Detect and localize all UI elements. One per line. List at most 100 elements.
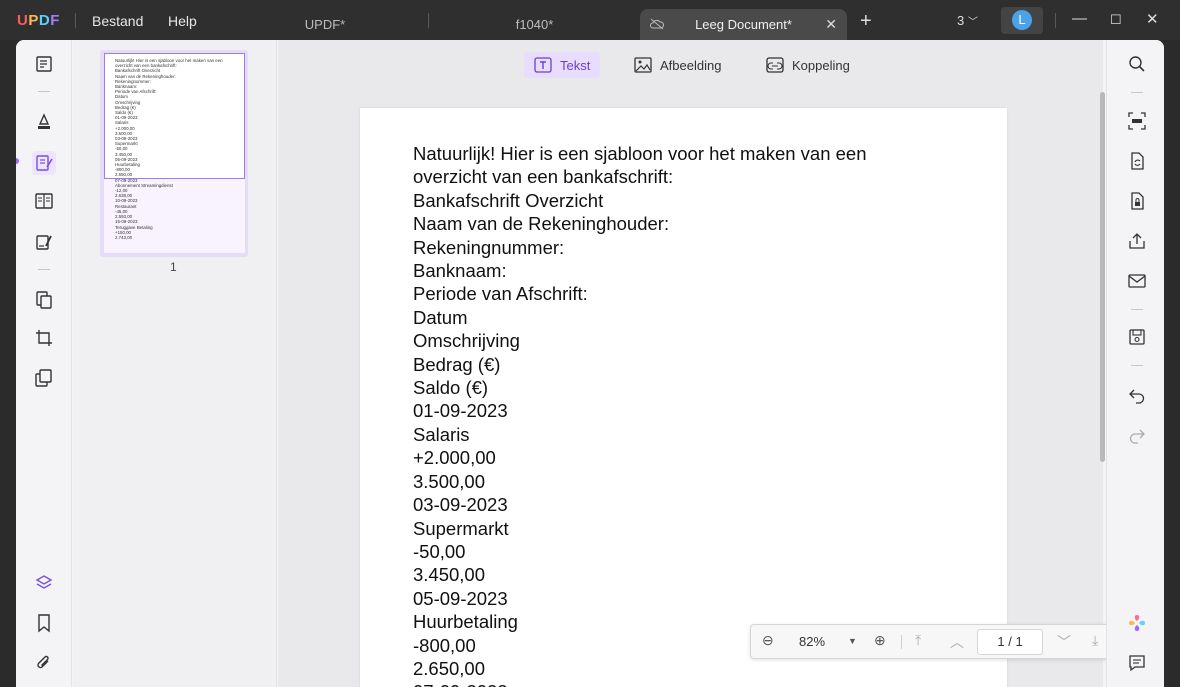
document-line[interactable]: -50,00 xyxy=(413,540,867,563)
title-separator xyxy=(75,13,76,28)
app-window: Natuurlijk! Hier is een sjabloon voor he… xyxy=(16,40,1164,687)
ai-assistant-icon[interactable] xyxy=(1127,613,1147,633)
pdf-page[interactable]: Natuurlijk! Hier is een sjabloon voor he… xyxy=(360,108,1007,687)
first-page-icon[interactable]: ⤒ xyxy=(915,632,921,649)
document-line[interactable]: 3.450,00 xyxy=(413,563,867,586)
current-page: 1 xyxy=(997,634,1005,649)
image-icon xyxy=(634,57,652,73)
text-tool-label: Tekst xyxy=(560,57,591,73)
new-tab-button[interactable]: + xyxy=(860,10,872,33)
toolbar-separator xyxy=(1131,309,1143,310)
active-indicator xyxy=(16,158,19,164)
share-icon[interactable] xyxy=(1127,231,1147,251)
fill-sign-icon[interactable] xyxy=(32,230,56,254)
convert-icon[interactable] xyxy=(32,288,56,312)
edit-pdf-icon[interactable] xyxy=(32,151,56,175)
next-page-icon[interactable]: ﹀ xyxy=(1057,632,1071,652)
highlighter-icon[interactable] xyxy=(32,110,56,134)
document-line[interactable]: Salaris xyxy=(413,423,867,446)
thumbnail-panel: Natuurlijk! Hier is een sjabloon voor he… xyxy=(73,40,277,687)
save-icon[interactable] xyxy=(1127,327,1147,347)
document-line[interactable]: Bankafschrift Overzicht xyxy=(413,189,867,212)
document-line[interactable]: 01-09-2023 xyxy=(413,399,867,422)
menu-help[interactable]: Help xyxy=(168,13,197,29)
document-area: Tekst Afbeelding Koppeling Natuurlijk! H… xyxy=(278,40,1159,687)
search-icon[interactable] xyxy=(1127,54,1147,74)
image-tool-button[interactable]: Afbeelding xyxy=(624,52,731,78)
link-tool-button[interactable]: Koppeling xyxy=(756,52,860,78)
tab-label: Leeg Document* xyxy=(695,17,792,32)
document-line[interactable]: +2.000,00 xyxy=(413,446,867,469)
document-line[interactable]: Periode van Afschrift: xyxy=(413,282,867,305)
maximize-icon[interactable]: ☐ xyxy=(1110,12,1122,28)
email-icon[interactable] xyxy=(1127,271,1147,291)
text-icon xyxy=(534,57,552,73)
protect-icon[interactable] xyxy=(1127,191,1147,211)
document-line[interactable]: Supermarkt xyxy=(413,517,867,540)
cloud-off-icon xyxy=(650,18,664,30)
edit-toolbar: Tekst Afbeelding Koppeling xyxy=(278,40,1103,90)
document-line[interactable]: Omschrijving xyxy=(413,329,867,352)
thumbnail-line: 2.743,00 xyxy=(115,234,133,240)
convert-pdf-icon[interactable] xyxy=(1127,151,1147,171)
menu-bestand[interactable]: Bestand xyxy=(92,13,143,29)
reader-icon[interactable] xyxy=(32,52,56,76)
tab-count-dropdown[interactable]: 3 ﹀ xyxy=(957,13,978,28)
document-line[interactable]: Banknaam: xyxy=(413,259,867,282)
vertical-scrollbar[interactable] xyxy=(1100,92,1105,462)
tab-label: f1040* xyxy=(515,17,554,32)
document-line[interactable]: Natuurlijk! Hier is een sjabloon voor he… xyxy=(413,142,867,165)
page-number-input[interactable]: 1 / 1 xyxy=(977,629,1043,655)
crop-icon[interactable] xyxy=(32,326,56,350)
title-bar: UPDF Bestand Help UPDF* f1040* Leeg Docu… xyxy=(0,0,1180,40)
chevron-down-icon: ﹀ xyxy=(967,17,978,28)
tab-f1040[interactable]: f1040* xyxy=(432,9,637,40)
link-icon xyxy=(766,57,784,73)
zoom-level[interactable]: 82% xyxy=(799,634,825,649)
document-line[interactable]: Datum xyxy=(413,306,867,329)
comment-icon[interactable] xyxy=(1127,653,1147,673)
document-line[interactable]: 3.500,00 xyxy=(413,470,867,493)
minimize-icon[interactable]: — xyxy=(1072,10,1087,27)
document-line[interactable]: 2.650,00 xyxy=(413,657,867,680)
toolbar-separator xyxy=(1131,92,1143,93)
document-text[interactable]: Natuurlijk! Hier is een sjabloon voor he… xyxy=(413,142,867,687)
bookmark-icon[interactable] xyxy=(32,611,56,635)
document-line[interactable]: overzicht van een bankafschrift: xyxy=(413,165,867,188)
attachment-icon[interactable] xyxy=(32,651,56,675)
undo-icon[interactable] xyxy=(1127,385,1147,405)
zoom-out-icon[interactable]: ⊖ xyxy=(762,632,774,649)
document-line[interactable]: Naam van de Rekeninghouder: xyxy=(413,212,867,235)
thumbnail-page-number: 1 xyxy=(170,260,177,274)
page-separator: / xyxy=(1008,634,1012,649)
zoom-separator xyxy=(901,635,902,649)
total-pages: 1 xyxy=(1015,634,1023,649)
tab-updf[interactable]: UPDF* xyxy=(225,9,425,40)
image-tool-label: Afbeelding xyxy=(660,57,722,73)
organize-pages-icon[interactable] xyxy=(32,189,56,213)
ocr-icon[interactable] xyxy=(1127,111,1147,131)
toolbar-separator xyxy=(38,91,50,92)
zoom-dropdown-icon[interactable]: ▼ xyxy=(848,636,857,646)
redo-icon[interactable] xyxy=(1127,425,1147,445)
document-line[interactable]: Rekeningnummer: xyxy=(413,236,867,259)
close-window-icon[interactable]: ✕ xyxy=(1146,10,1159,28)
avatar[interactable]: L xyxy=(1012,10,1032,30)
left-toolbar xyxy=(16,40,72,687)
layers-icon[interactable] xyxy=(32,571,56,595)
last-page-icon[interactable]: ⤓ xyxy=(1092,632,1098,649)
document-line[interactable]: 03-09-2023 xyxy=(413,493,867,516)
title-separator xyxy=(1055,13,1056,28)
previous-page-icon[interactable]: ︿ xyxy=(950,632,964,652)
updf-logo: UPDF xyxy=(17,12,60,29)
document-line[interactable]: Saldo (€) xyxy=(413,376,867,399)
close-tab-icon[interactable]: ✕ xyxy=(825,9,837,40)
tab-leeg-document[interactable]: Leeg Document* ✕ xyxy=(640,9,847,40)
document-line[interactable]: 07-09-2023 xyxy=(413,680,867,687)
batch-icon[interactable] xyxy=(32,366,56,390)
document-line[interactable]: 05-09-2023 xyxy=(413,587,867,610)
tab-separator xyxy=(428,13,429,28)
text-tool-button[interactable]: Tekst xyxy=(524,52,601,78)
zoom-in-icon[interactable]: ⊕ xyxy=(874,632,886,649)
document-line[interactable]: Bedrag (€) xyxy=(413,353,867,376)
